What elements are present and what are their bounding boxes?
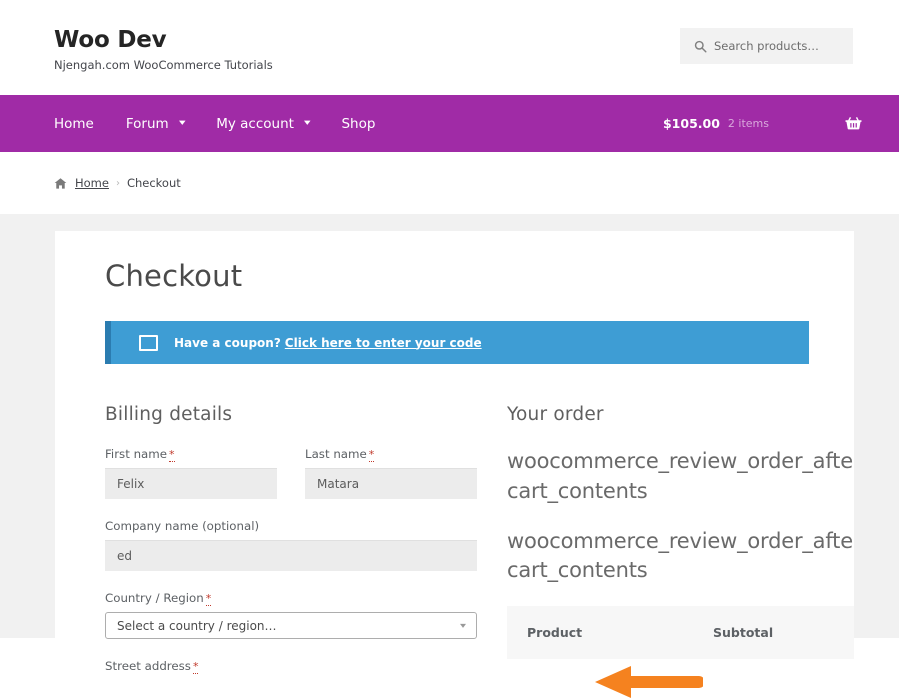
- chevron-down-icon[interactable]: ▾: [179, 119, 186, 128]
- table-row: Tail Lights × 1 $60.00: [507, 659, 854, 678]
- nav-item-label: My account: [216, 115, 294, 132]
- nav-item-my-account[interactable]: My account ▾: [216, 115, 311, 132]
- name-field-row: First name* Last name*: [105, 447, 477, 519]
- first-name-input[interactable]: [105, 468, 277, 499]
- field-label: Last name *: [305, 447, 477, 462]
- field-street-address: Street address *: [105, 659, 477, 678]
- billing-section-title: Billing details: [105, 404, 233, 425]
- primary-navigation: Home Forum ▾ My account ▾ Shop $105.00 2…: [0, 95, 899, 152]
- search-icon: [694, 40, 707, 53]
- field-label-text: Last name: [305, 447, 367, 461]
- field-label-text: Street address: [105, 659, 191, 673]
- nav-item-label: Shop: [341, 115, 376, 132]
- home-icon[interactable]: [54, 177, 67, 190]
- site-title: Woo Dev: [54, 27, 167, 53]
- field-label: First name *: [105, 447, 277, 462]
- field-country-region: Country / Region * Select a country / reg…: [105, 591, 477, 639]
- country-region-select[interactable]: Select a country / region… ▾: [105, 612, 477, 639]
- required-marker: *: [368, 448, 375, 462]
- cart-total-amount: $105.00: [662, 116, 720, 131]
- field-label: Street address *: [105, 659, 477, 674]
- field-label: Company name (optional): [105, 519, 477, 533]
- order-section-title: Your order: [507, 404, 604, 425]
- table-header-row: Product Subtotal: [507, 606, 854, 660]
- breadcrumb-separator: ›: [115, 177, 120, 189]
- field-first-name: First name *: [105, 447, 277, 499]
- cart-item-count: 2 items: [727, 117, 769, 130]
- nav-item-label: Forum: [125, 115, 169, 132]
- field-label: Country / Region *: [105, 591, 477, 606]
- field-last-name: Last name *: [305, 447, 477, 499]
- site-branding[interactable]: Woo Dev Njengah.com WooCommerce Tutorial…: [54, 27, 273, 73]
- order-review-table: Product Subtotal Tail Lights × 1 $60.00: [507, 606, 854, 678]
- checkout-content-card: Checkout Have a coupon? Click here to en…: [55, 231, 854, 678]
- coupon-ticket-icon: [139, 334, 158, 351]
- chevron-down-icon[interactable]: ▾: [460, 621, 466, 630]
- site-header: Woo Dev Njengah.com WooCommerce Tutorial…: [0, 0, 899, 95]
- nav-item-label: Home: [54, 115, 94, 132]
- chevron-down-icon[interactable]: ▾: [304, 119, 311, 128]
- cart-summary[interactable]: $105.00 2 items: [663, 95, 863, 152]
- cell-product-subtotal: $60.00: [713, 659, 854, 678]
- nav-item-home[interactable]: Home: [54, 116, 94, 132]
- nav-link-list: Home Forum ▾ My account ▾ Shop: [54, 95, 375, 152]
- field-label-text: Country / Region: [105, 591, 204, 605]
- site-tagline: Njengah.com WooCommerce Tutorials: [54, 58, 273, 73]
- required-marker: *: [169, 448, 175, 462]
- field-label-text: First name: [105, 447, 168, 461]
- your-order-column: Your order woocommerce_review_order_afte…: [507, 404, 854, 678]
- country-region-selected-value: Select a country / region…: [117, 618, 277, 633]
- required-marker: *: [192, 660, 199, 674]
- required-marker: *: [205, 592, 212, 606]
- breadcrumb-current: Checkout: [126, 176, 181, 190]
- coupon-notice[interactable]: Have a coupon? Click here to enter your …: [105, 321, 809, 364]
- nav-item-forum[interactable]: Forum ▾: [125, 115, 186, 132]
- hook-output-text-1: woocommerce_review_order_after_cart_cont…: [507, 449, 854, 503]
- breadcrumb: Home › Checkout: [0, 152, 899, 214]
- search-input[interactable]: [714, 39, 844, 53]
- nav-item-shop[interactable]: Shop: [341, 116, 375, 132]
- field-label-text: Company name (optional): [105, 519, 260, 533]
- cell-product-name: Tail Lights × 1: [507, 659, 713, 678]
- last-name-input[interactable]: [305, 468, 477, 499]
- column-header-subtotal: Subtotal: [713, 606, 854, 660]
- breadcrumb-link-home[interactable]: Home: [75, 176, 109, 190]
- product-search-box[interactable]: [680, 28, 853, 64]
- coupon-notice-text: Have a coupon?: [174, 335, 281, 350]
- billing-details-column: Billing details First name* Last name*: [105, 404, 477, 678]
- shopping-basket-icon[interactable]: [844, 114, 863, 133]
- page-background: Checkout Have a coupon? Click here to en…: [0, 214, 899, 698]
- checkout-columns: Billing details First name* Last name*: [105, 404, 854, 678]
- field-company-name: Company name (optional): [105, 519, 477, 571]
- company-name-input[interactable]: [105, 540, 477, 571]
- column-header-product: Product: [507, 606, 713, 660]
- coupon-toggle-link[interactable]: Click here to enter your code: [285, 336, 482, 350]
- hook-output-text-2: woocommerce_review_order_after_cart_cont…: [507, 528, 854, 583]
- page-title: Checkout: [105, 259, 243, 293]
